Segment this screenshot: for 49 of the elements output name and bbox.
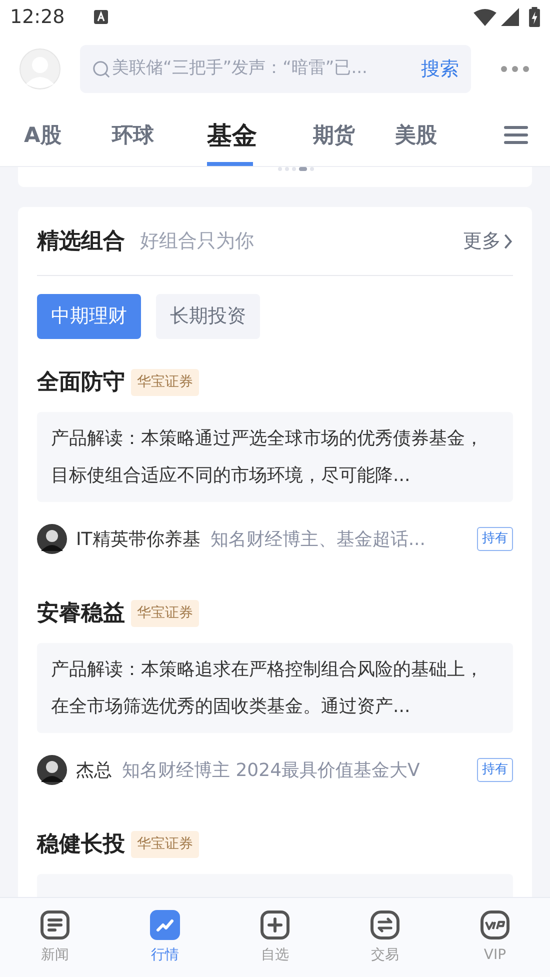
- search-icon: [92, 60, 111, 78]
- author-name[interactable]: 杰总: [76, 756, 112, 784]
- battery-icon: [529, 7, 540, 27]
- holding-badge: 持有: [477, 527, 513, 551]
- menu-icon: [504, 126, 528, 144]
- chart-icon: [150, 910, 180, 940]
- portfolio-name[interactable]: 稳健长投: [37, 828, 125, 860]
- author-bio: 知名财经博主、基金超话...: [210, 528, 426, 552]
- category-tab[interactable]: 美股: [395, 124, 437, 146]
- more-link[interactable]: 更多: [463, 226, 513, 256]
- filter-chip[interactable]: 长期投资: [156, 294, 260, 339]
- category-tab[interactable]: 期货: [313, 124, 355, 146]
- category-tab[interactable]: A股: [24, 124, 62, 146]
- portfolio-name[interactable]: 全面防守: [37, 366, 125, 398]
- product-description: 产品解读：本策略追求在严格控制组合风险的基础上，在全市场筛选优秀的固收类基金。通过资产...: [37, 643, 513, 733]
- filter-chip[interactable]: 中期理财: [37, 294, 141, 339]
- notification-icon: [94, 10, 108, 24]
- portfolio-name[interactable]: 安睿稳益: [37, 596, 125, 630]
- search-button[interactable]: 搜索: [421, 54, 459, 84]
- author-avatar-icon: [37, 524, 67, 554]
- document-icon: [40, 910, 70, 940]
- broker-tag: 华宝证券: [131, 368, 199, 396]
- product-description: 产品解读：本策略通过严选全球市场的优秀债券基金，目标使组合适应不同的市场环境，尽可能降...: [37, 412, 513, 502]
- clock: 12:28: [10, 4, 66, 30]
- broker-tag: 华宝证券: [131, 830, 199, 858]
- chevron-icon: [503, 232, 513, 250]
- nav-tab[interactable]: 交易: [330, 898, 440, 977]
- category-tab[interactable]: 环球: [112, 124, 154, 146]
- holding-badge: 持有: [477, 758, 513, 782]
- author-bio: 知名财经博主 2024最具价值基金大V: [122, 758, 420, 782]
- nav-tab[interactable]: 行情: [110, 898, 220, 977]
- author-avatar-icon: [37, 755, 67, 785]
- broker-tag: 华宝证券: [131, 600, 199, 626]
- nav-tab[interactable]: VIP: [440, 898, 550, 977]
- search-field[interactable]: 美联储“三把手”发声：“暗雷”已... 搜索: [80, 45, 471, 93]
- plus-icon: [260, 910, 290, 940]
- more-icon: [500, 65, 530, 73]
- nav-tab[interactable]: 自选: [220, 898, 330, 977]
- section-subtitle: 好组合只为你: [140, 228, 254, 254]
- tab-underline: [207, 162, 253, 166]
- author-name[interactable]: IT精英带你养基: [76, 526, 200, 552]
- swap-icon: [370, 910, 400, 940]
- wifi-icon: [473, 8, 497, 26]
- avatar-icon: [19, 48, 61, 90]
- nav-tab[interactable]: 新闻: [0, 898, 110, 977]
- vip-icon: [480, 910, 510, 940]
- signal-icon: [501, 8, 519, 26]
- category-tab[interactable]: 基金: [207, 122, 257, 148]
- section-title: 精选组合: [37, 228, 125, 256]
